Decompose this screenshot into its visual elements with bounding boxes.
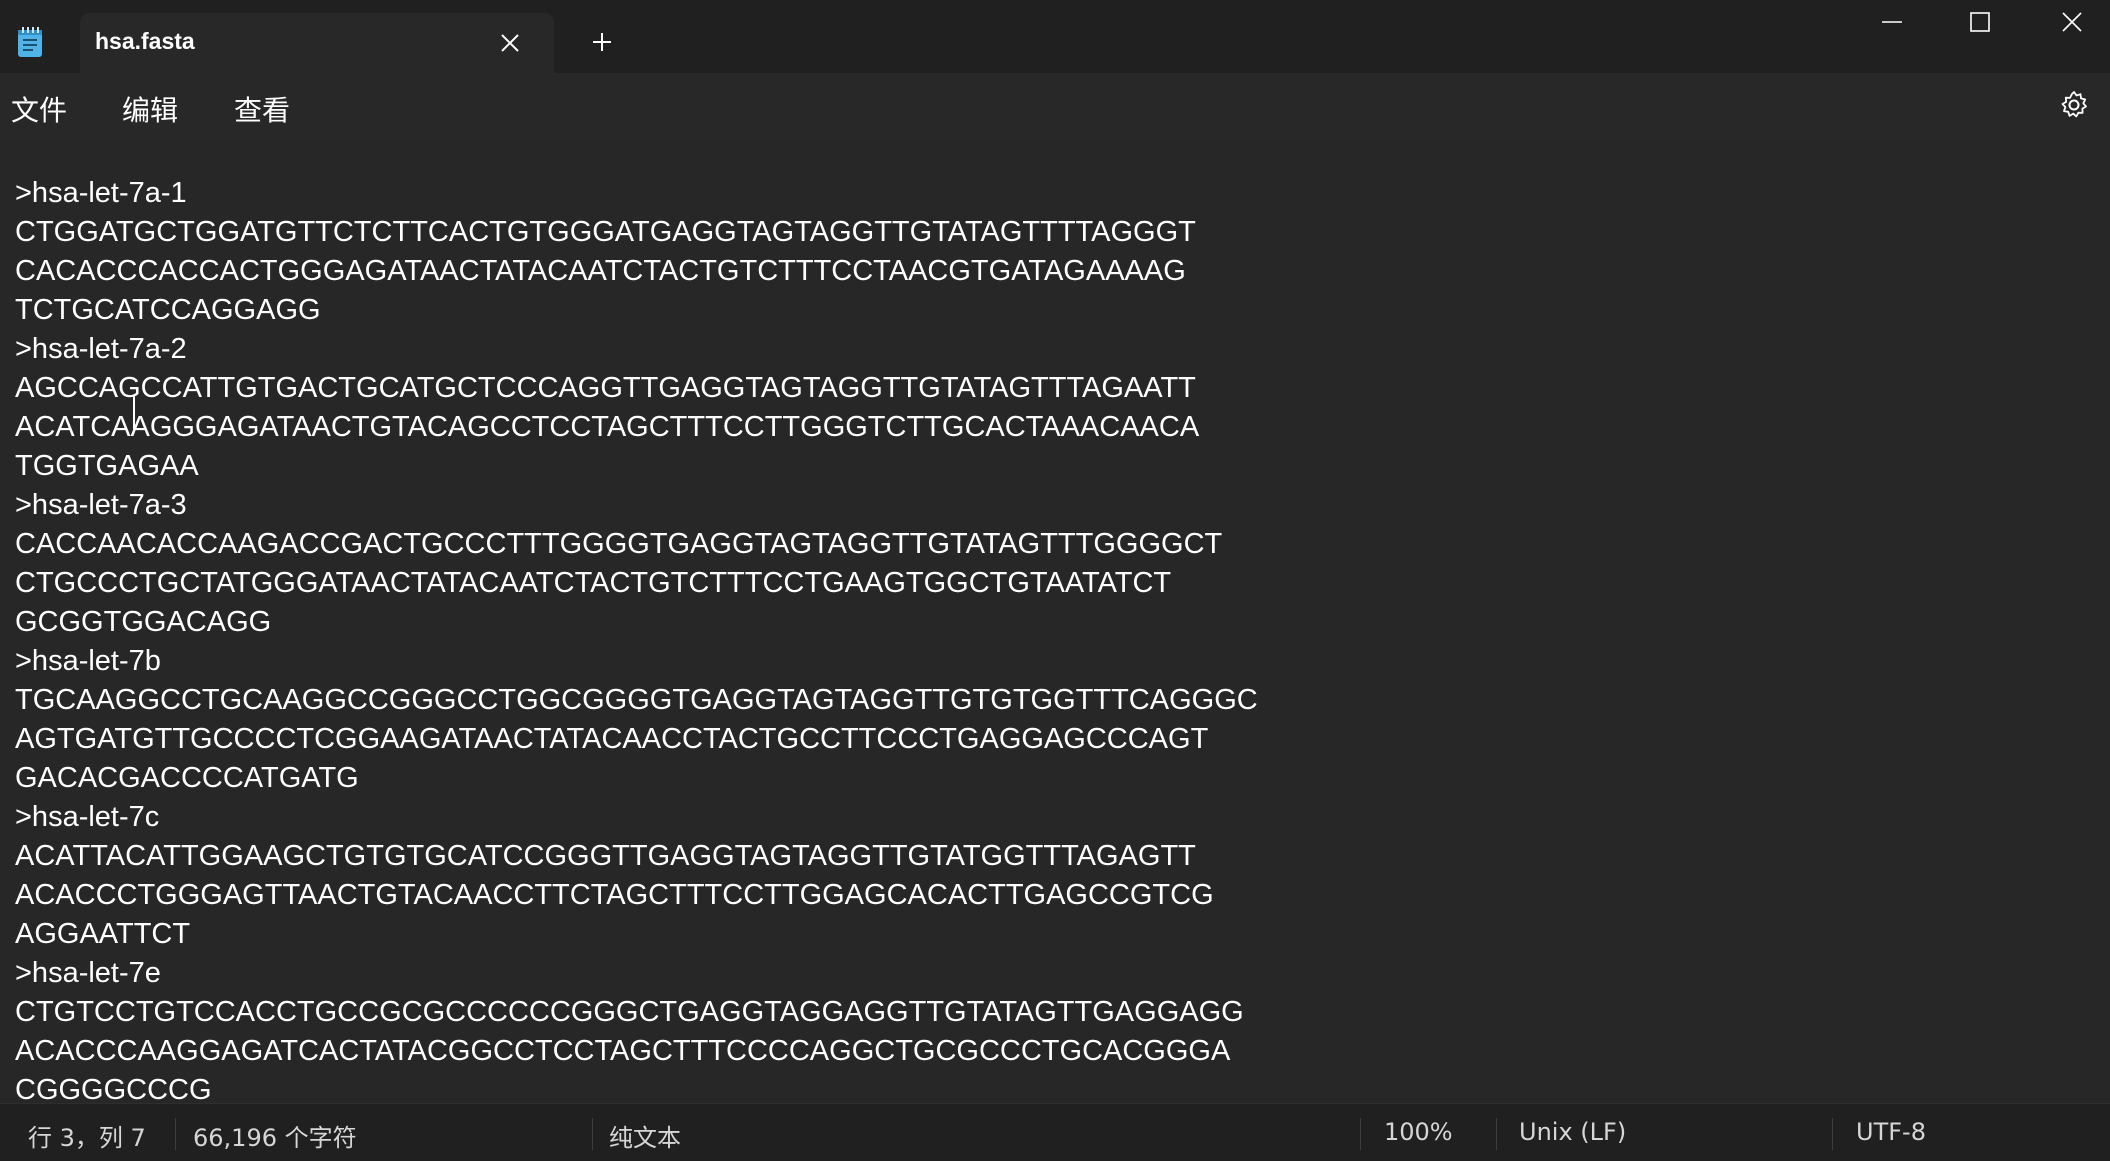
plus-icon[interactable] (590, 30, 614, 54)
minimize-button[interactable] (1845, 0, 1935, 44)
gear-icon[interactable] (2058, 89, 2090, 121)
editor-line: ACACCCTGGGAGTTAACTGTACAACCTTCTAGCTTTCCTT… (15, 879, 1214, 911)
zoom-level[interactable]: 100% (1384, 1118, 1453, 1146)
status-divider (1496, 1118, 1497, 1150)
encoding[interactable]: UTF-8 (1856, 1118, 1926, 1146)
status-bar: 行 3，列 7 66,196 个字符 纯文本 100% Unix (LF) UT… (0, 1103, 2110, 1161)
editor-line: ACACCCAAGGAGATCACTATACGGCCTCCTAGCTTTCCCC… (15, 1035, 1231, 1067)
editor-line: CTGGATGCTGGATGTTCTCTTCACTGTGGGATGAGGTAGT… (15, 216, 1196, 248)
close-icon[interactable] (498, 31, 522, 55)
editor-line: AGGAATTCT (15, 918, 191, 950)
menu-file[interactable]: 文件 (11, 89, 67, 129)
text-editor[interactable]: >hsa-let-7a-1 CTGGATGCTGGATGTTCTCTTCACTG… (0, 141, 2110, 1103)
editor-line: AGCCAGCCATTGTGACTGCATGCTCCCAGGTTGAGGTAGT… (15, 372, 1196, 404)
editor-line: >hsa-let-7a-2 (15, 333, 187, 365)
menu-edit[interactable]: 编辑 (122, 89, 178, 129)
menu-bar: 文件 编辑 查看 (0, 73, 2110, 139)
editor-line: TGCAAGGCCTGCAAGGCCGGGCCTGGCGGGGTGAGGTAGT… (15, 684, 1258, 716)
editor-line: >hsa-let-7a-1 (15, 177, 187, 209)
cursor-position[interactable]: 行 3，列 7 (28, 1118, 146, 1153)
editor-line: CACACCCACCACTGGGAGATAACTATACAATCTACTGTCT… (15, 255, 1186, 287)
status-divider (592, 1118, 593, 1150)
editor-line: TCTGCATCCAGGAGG (15, 294, 321, 326)
menu-view[interactable]: 查看 (234, 89, 290, 129)
editor-line: ACATTACATTGGAAGCTGTGTGCATCCGGGTTGAGGTAGT… (15, 840, 1196, 872)
editor-line: >hsa-let-7e (15, 957, 161, 989)
text-caret (133, 395, 135, 429)
editor-line: GCGGTGGACAGG (15, 606, 272, 638)
editor-line: >hsa-let-7c (15, 801, 160, 833)
close-icon (2062, 12, 2082, 32)
maximize-button[interactable] (1933, 0, 2023, 44)
close-window-button[interactable] (2025, 0, 2110, 44)
editor-line: >hsa-let-7a-3 (15, 489, 187, 521)
editor-line: >hsa-let-7b (15, 645, 161, 677)
text-format: 纯文本 (609, 1124, 681, 1152)
minimize-icon (1882, 21, 1902, 23)
title-bar: hsa.fasta (0, 0, 2110, 73)
status-divider (1832, 1118, 1833, 1150)
editor-line: CACCAACACCAAGACCGACTGCCCTTTGGGGTGAGGTAGT… (15, 528, 1223, 560)
tab-title: hsa.fasta (95, 28, 195, 54)
editor-line: ACATCAAGGGAGATAACTGTACAGCCTCCTAGCTTTCCTT… (15, 411, 1200, 443)
editor-line: AGTGATGTTGCCCCTCGGAAGATAACTATACAACCTACTG… (15, 723, 1209, 755)
character-count: 66,196 个字符 (193, 1124, 357, 1152)
editor-line: TGGTGAGAA (15, 450, 199, 482)
file-tab[interactable]: hsa.fasta (80, 13, 554, 73)
status-divider (1360, 1118, 1361, 1150)
line-ending[interactable]: Unix (LF) (1519, 1118, 1626, 1146)
editor-line: CTGTCCTGTCCACCTGCCGCGCCCCCCGGGCTGAGGTAGG… (15, 996, 1244, 1028)
status-divider (175, 1118, 176, 1150)
editor-line: CTGCCCTGCTATGGGATAACTATACAATCTACTGTCTTTC… (15, 567, 1172, 599)
maximize-icon (1970, 12, 1990, 32)
editor-line: GACACGACCCCATGATG (15, 762, 359, 794)
editor-line: CGGGGCCCG (15, 1074, 212, 1103)
notepad-icon (16, 26, 44, 58)
